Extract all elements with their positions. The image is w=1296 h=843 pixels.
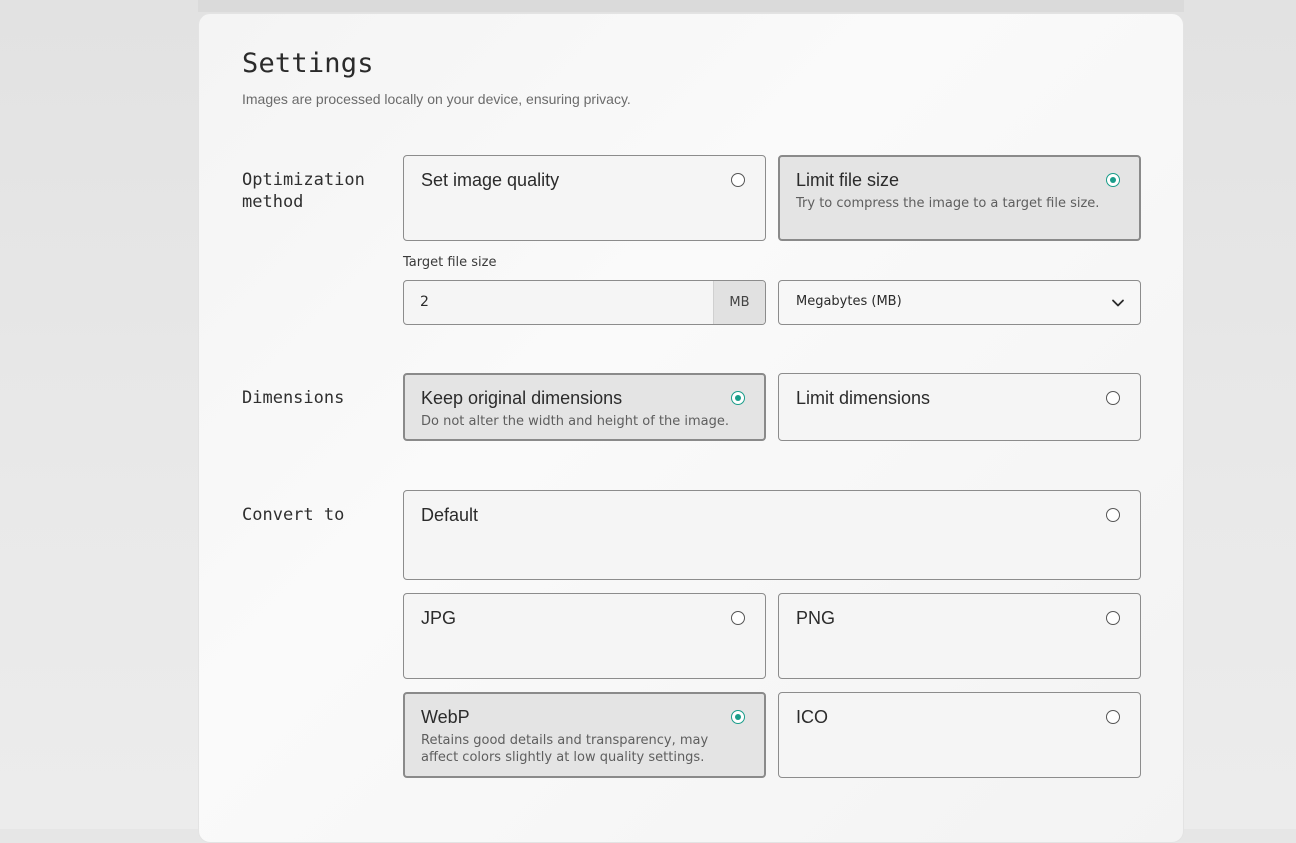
option-limit-file-size[interactable]: Limit file size Try to compress the imag… — [778, 155, 1141, 241]
target-file-size-input[interactable]: 2 MB — [403, 280, 766, 325]
top-strip — [198, 0, 1184, 12]
option-title: ICO — [796, 707, 829, 727]
option-title: Keep original dimensions — [421, 388, 623, 408]
option-format-webp[interactable]: WebP Retains good details and transparen… — [403, 692, 766, 778]
target-file-size-unit: MB — [713, 281, 765, 324]
radio-unselected-icon[interactable] — [1106, 611, 1120, 625]
radio-unselected-icon[interactable] — [731, 173, 745, 187]
option-format-default[interactable]: Default — [403, 490, 1141, 580]
convert-to-label: Convert to — [242, 505, 345, 525]
option-description: Retains good details and transparency, m… — [421, 733, 709, 765]
option-set-image-quality[interactable]: Set image quality — [403, 155, 766, 241]
option-format-ico[interactable]: ICO — [778, 692, 1141, 778]
option-title: WebP — [421, 707, 470, 727]
radio-dot — [735, 714, 741, 720]
radio-unselected-icon[interactable] — [731, 611, 745, 625]
option-title: Set image quality — [421, 170, 560, 190]
radio-dot — [735, 395, 741, 401]
page-subtitle: Images are processed locally on your dev… — [242, 91, 631, 107]
option-title: Limit file size — [796, 170, 900, 190]
target-file-size-value[interactable]: 2 — [420, 294, 429, 310]
radio-selected-icon[interactable] — [731, 391, 745, 405]
option-description: Try to compress the image to a target fi… — [796, 196, 1100, 211]
dimensions-label: Dimensions — [242, 388, 345, 408]
option-description: Do not alter the width and height of the… — [421, 414, 730, 429]
target-file-size-label: Target file size — [403, 255, 497, 270]
option-keep-original-dimensions[interactable]: Keep original dimensions Do not alter th… — [403, 373, 766, 441]
option-limit-dimensions[interactable]: Limit dimensions — [778, 373, 1141, 441]
option-format-png[interactable]: PNG — [778, 593, 1141, 679]
option-title: PNG — [796, 608, 836, 628]
radio-selected-icon[interactable] — [731, 710, 745, 724]
radio-unselected-icon[interactable] — [1106, 710, 1120, 724]
option-title: Limit dimensions — [796, 388, 931, 408]
option-title: Default — [421, 505, 479, 525]
radio-unselected-icon[interactable] — [1106, 508, 1120, 522]
optimization-method-label: Optimization method — [242, 170, 365, 212]
radio-dot — [1110, 177, 1116, 183]
option-title: JPG — [421, 608, 457, 628]
size-unit-selected-value: Megabytes (MB) — [796, 294, 902, 309]
option-format-jpg[interactable]: JPG — [403, 593, 766, 679]
radio-selected-icon[interactable] — [1106, 173, 1120, 187]
page-title: Settings — [242, 48, 374, 79]
settings-panel: Settings Images are processed locally on… — [198, 13, 1184, 843]
size-unit-select[interactable]: Megabytes (MB) — [778, 280, 1141, 325]
radio-unselected-icon[interactable] — [1106, 391, 1120, 405]
chevron-down-icon — [1112, 299, 1124, 307]
